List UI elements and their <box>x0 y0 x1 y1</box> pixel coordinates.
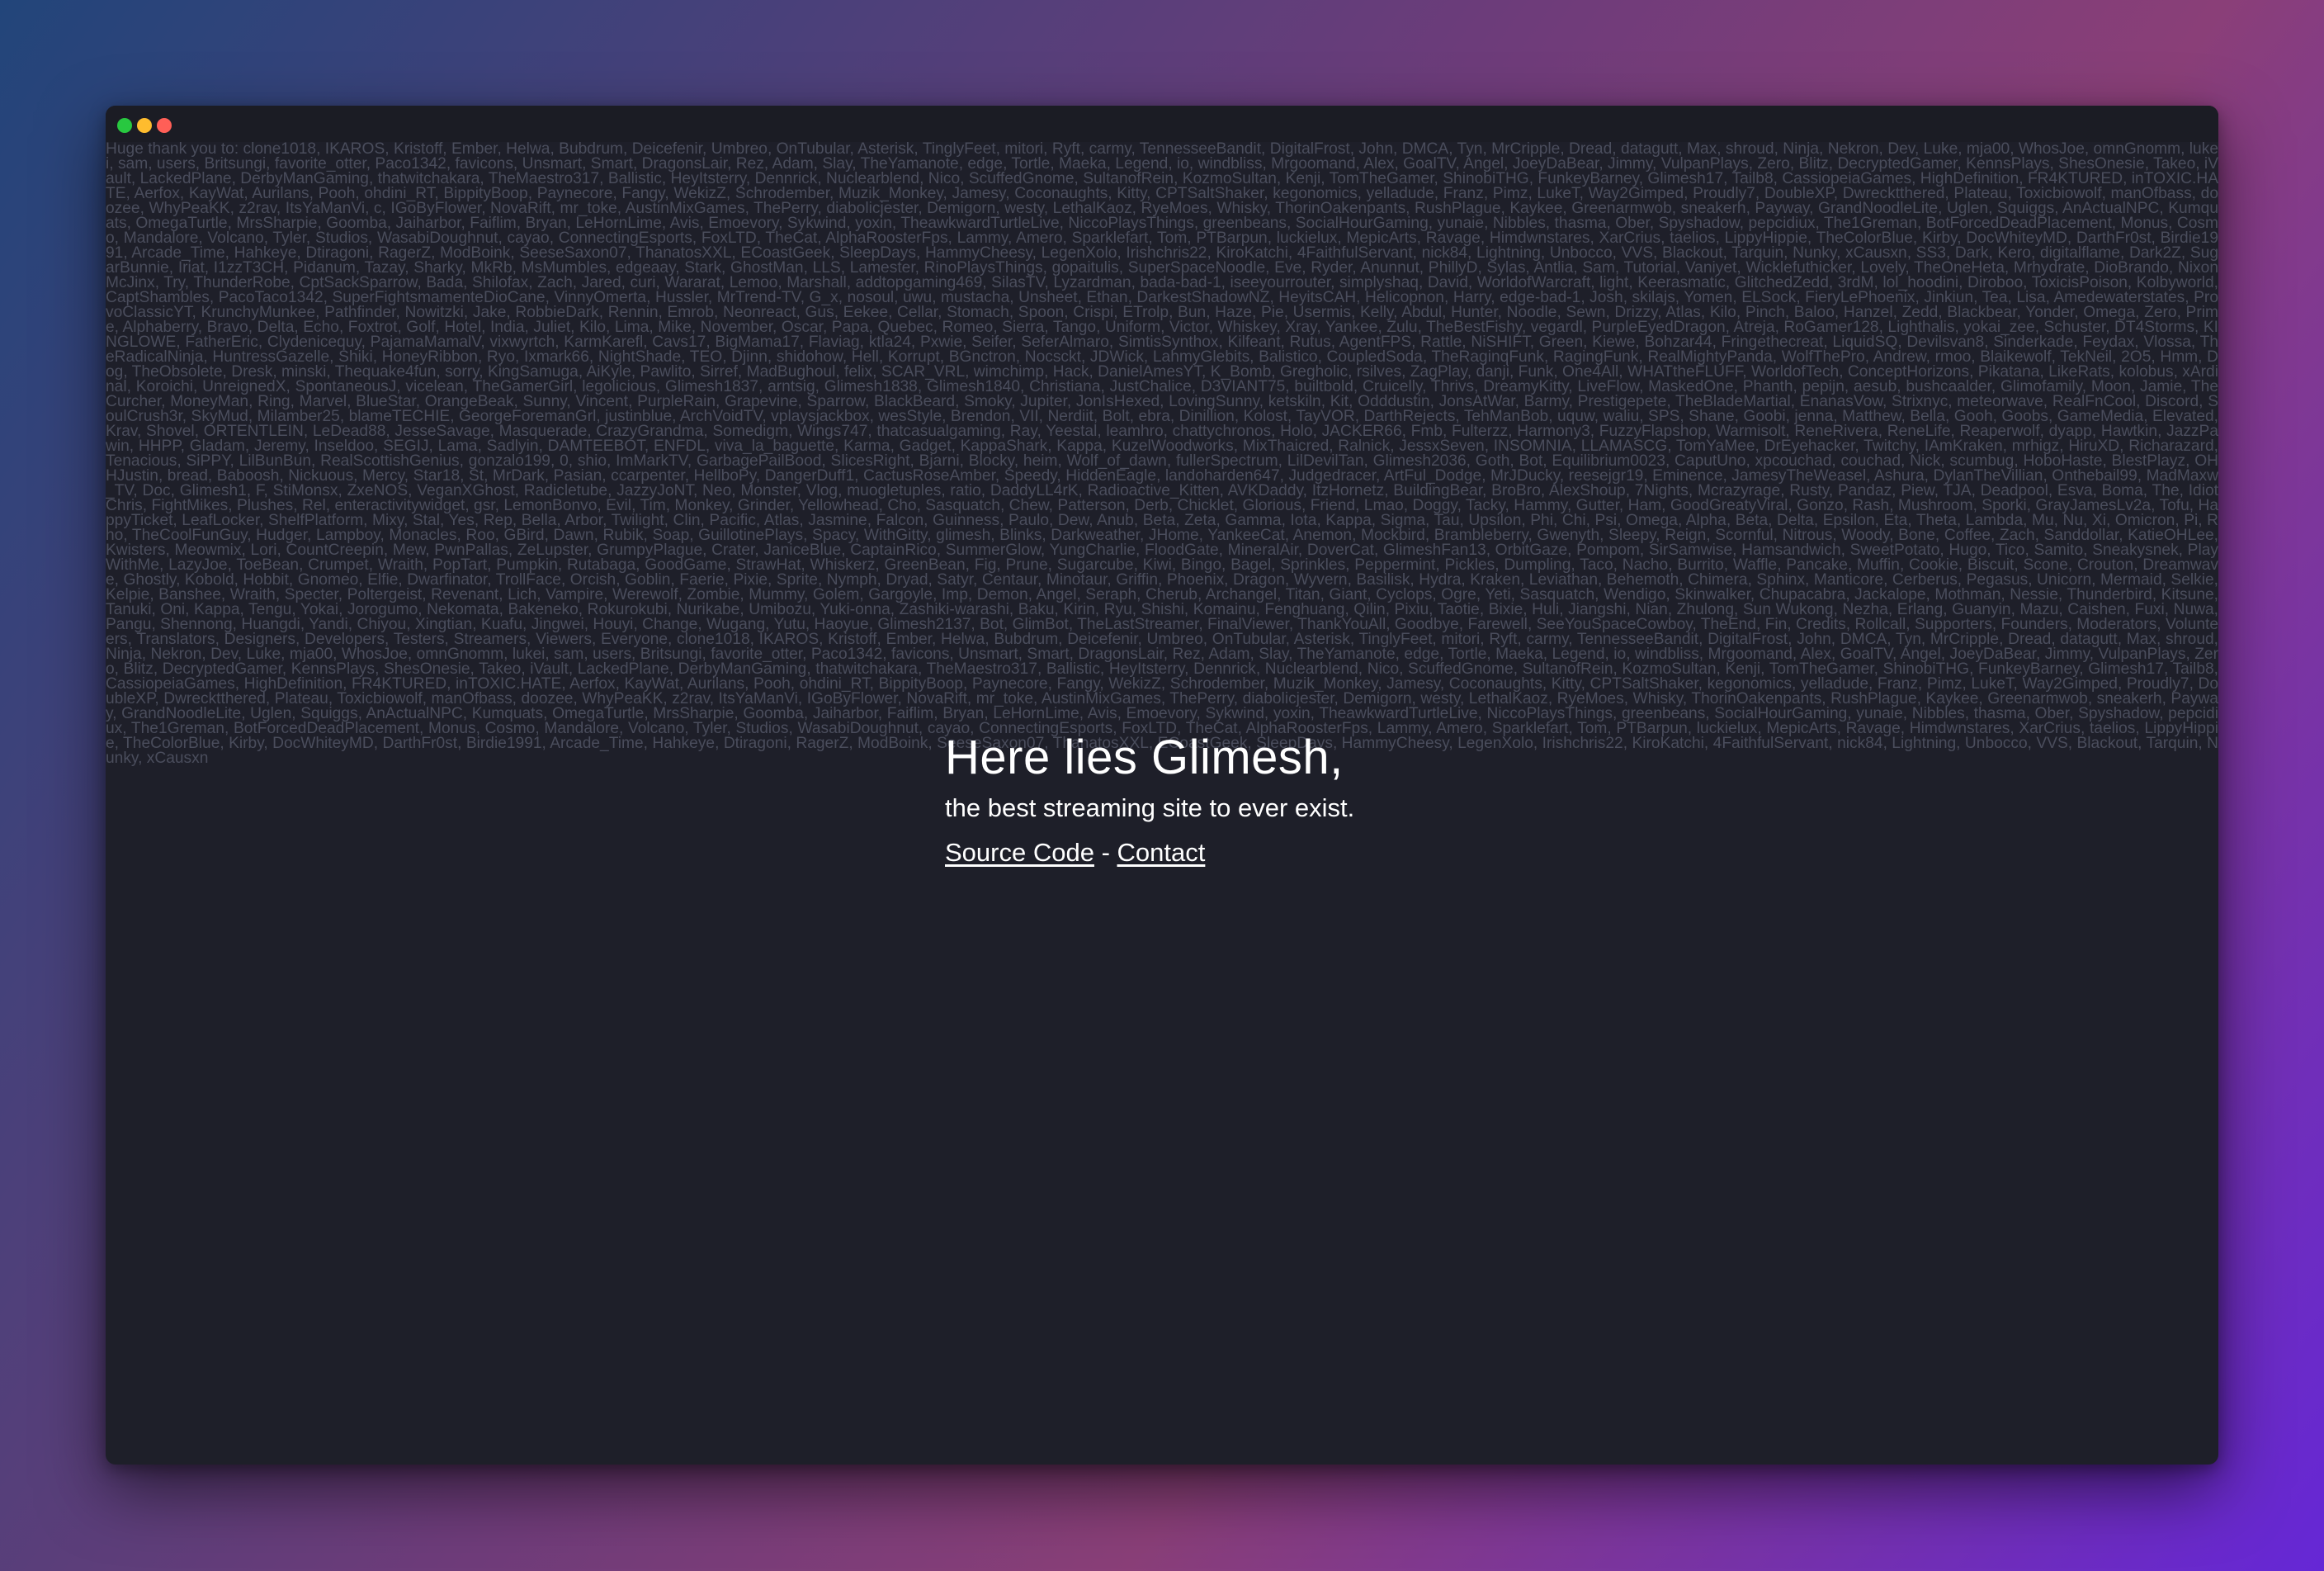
window-maximize-button[interactable] <box>117 118 132 133</box>
window-close-button[interactable] <box>157 118 172 133</box>
browser-window: Huge thank you to: clone1018, IKAROS, Kr… <box>106 106 2218 1465</box>
hero-title: Here lies Glimesh, <box>945 731 1344 784</box>
hero-overlay: Here lies Glimesh, the best streaming si… <box>945 729 1523 869</box>
source-code-link[interactable]: Source Code <box>945 838 1094 867</box>
contact-link[interactable]: Contact <box>1117 838 1206 867</box>
window-titlebar <box>106 106 2218 142</box>
window-minimize-button[interactable] <box>137 118 152 133</box>
hero-tagline: the best streaming site to ever exist. <box>945 793 1355 822</box>
hero-links: Source Code - Contact <box>945 836 1523 869</box>
link-separator: - <box>1094 838 1117 867</box>
